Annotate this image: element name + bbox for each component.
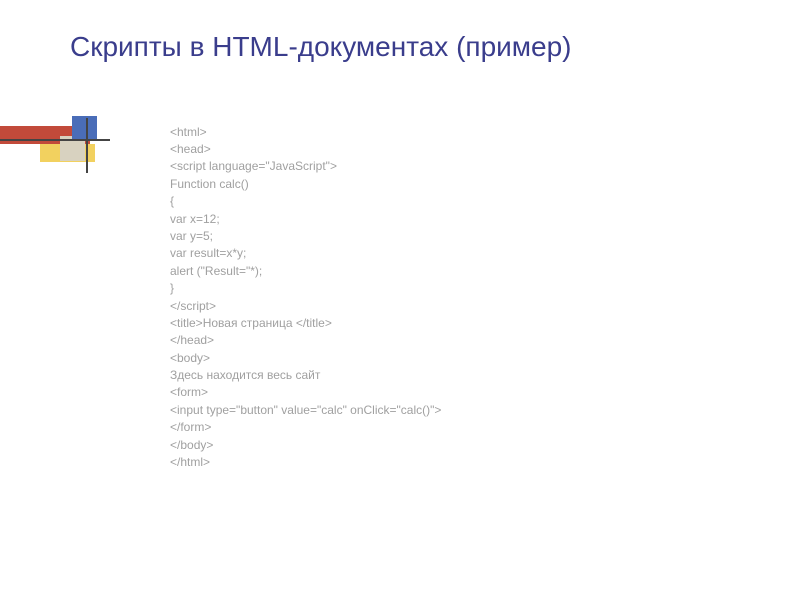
code-line: Function calc() — [170, 176, 750, 193]
code-line: } — [170, 280, 750, 297]
code-line: var x=12; — [170, 211, 750, 228]
code-example: <html> <head> <script language="JavaScri… — [170, 124, 750, 472]
slide: Скрипты в HTML-документах (пример) <html… — [0, 0, 800, 600]
code-line: var result=x*y; — [170, 245, 750, 262]
deco-blue-square — [72, 116, 97, 141]
code-line: var y=5; — [170, 228, 750, 245]
code-line: { — [170, 193, 750, 210]
code-line: </html> — [170, 454, 750, 471]
code-line: </script> — [170, 298, 750, 315]
code-line: <form> — [170, 384, 750, 401]
code-line: alert ("Result="*); — [170, 263, 750, 280]
title-block: Скрипты в HTML-документах (пример) — [70, 30, 750, 64]
code-line: <title>Новая страница </title> — [170, 315, 750, 332]
code-line: <head> — [170, 141, 750, 158]
code-line: <script language="JavaScript"> — [170, 158, 750, 175]
code-line: <input type="button" value="calc" onClic… — [170, 402, 750, 419]
code-line: </form> — [170, 419, 750, 436]
deco-vertical-line — [86, 118, 88, 173]
title-decoration — [0, 116, 150, 176]
deco-horizontal-line — [0, 139, 110, 141]
slide-title: Скрипты в HTML-документах (пример) — [70, 30, 750, 64]
code-line: <body> — [170, 350, 750, 367]
code-line: </head> — [170, 332, 750, 349]
code-line: <html> — [170, 124, 750, 141]
code-line: Здесь находится весь сайт — [170, 367, 750, 384]
code-line: </body> — [170, 437, 750, 454]
